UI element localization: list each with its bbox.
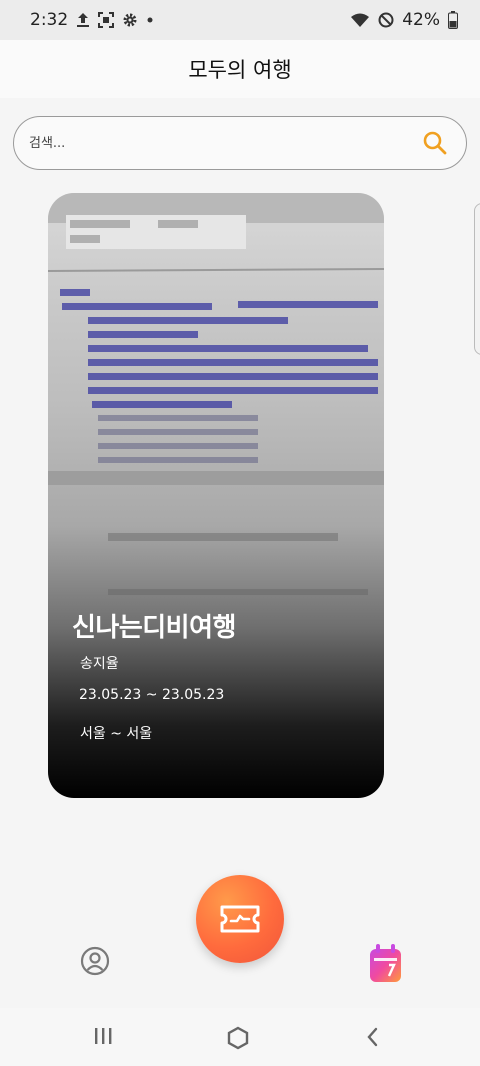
calendar-icon[interactable]	[369, 943, 402, 983]
do-not-disturb-icon	[378, 12, 394, 28]
recent-apps-icon[interactable]	[93, 1026, 113, 1046]
trip-owner-name: 송지율	[80, 656, 119, 672]
dot-icon	[146, 16, 154, 24]
search-icon[interactable]	[422, 130, 448, 156]
upload-icon	[76, 12, 90, 28]
trip-card[interactable]: 신나는디비여행 송지율 23.05.23 ~ 23.05.23 서울 ~ 서울	[48, 193, 384, 798]
search-bar[interactable]	[13, 116, 467, 170]
system-navigation-bar	[0, 1008, 480, 1066]
trip-dates: 23.05.23 ~ 23.05.23	[79, 687, 225, 703]
trip-title: 신나는디비여행	[72, 613, 236, 643]
status-right: 42%	[350, 10, 458, 30]
battery-icon	[448, 11, 458, 29]
app-header: 모두의 여행	[0, 40, 480, 98]
trip-card-info: 신나는디비여행 송지율 23.05.23 ~ 23.05.23 서울 ~ 서울	[48, 193, 384, 798]
settings-icon	[122, 12, 138, 28]
next-trip-card[interactable]	[474, 203, 480, 355]
ticket-icon	[220, 905, 260, 933]
battery-percent: 42%	[402, 10, 440, 30]
screenshot-icon	[98, 12, 115, 28]
back-icon[interactable]	[364, 1026, 380, 1048]
status-left: 2:32	[30, 10, 154, 30]
wifi-icon	[350, 12, 370, 28]
search-input[interactable]	[29, 135, 422, 151]
trip-route: 서울 ~ 서울	[80, 726, 153, 742]
status-bar: 2:32 42%	[0, 0, 480, 40]
add-trip-button[interactable]	[196, 875, 284, 963]
page-title: 모두의 여행	[188, 58, 292, 82]
home-icon[interactable]	[226, 1026, 250, 1050]
profile-icon[interactable]	[80, 946, 110, 976]
status-time: 2:32	[30, 10, 69, 30]
